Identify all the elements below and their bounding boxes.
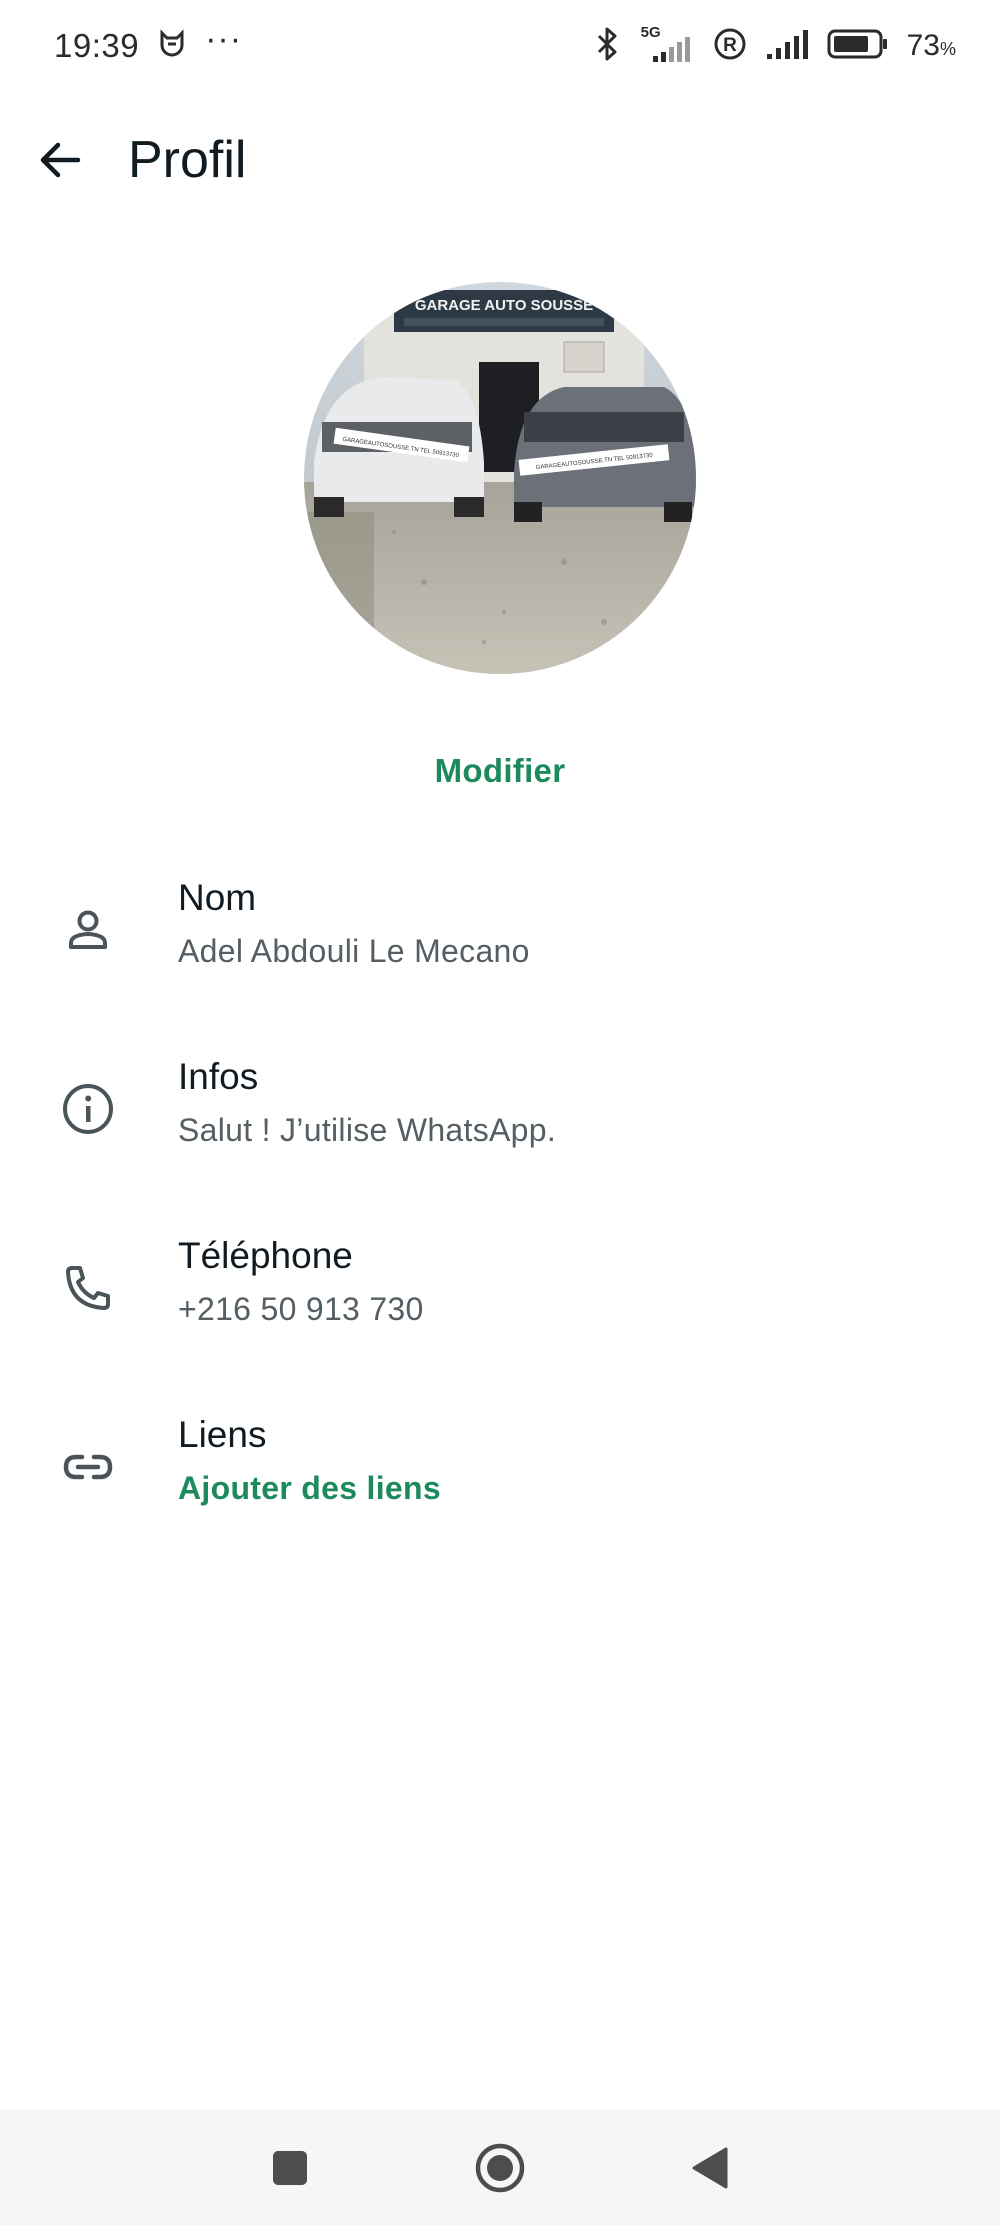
person-icon: [58, 900, 118, 960]
app-bar: Profil: [0, 110, 1000, 210]
edit-photo-link[interactable]: Modifier: [0, 752, 1000, 790]
home-icon: [475, 2143, 525, 2192]
nav-back-button[interactable]: [680, 2138, 740, 2198]
back-icon: [692, 2147, 728, 2188]
phone-icon: [58, 1258, 118, 1318]
links-label: Liens: [178, 1414, 267, 1455]
recents-icon: [273, 2150, 307, 2185]
mi-home-icon: [157, 28, 187, 64]
link-icon: [58, 1437, 118, 1497]
signal-icon: [765, 28, 809, 65]
status-left: 19:39 ···: [54, 22, 242, 65]
phone-value: +216 50 913 730: [178, 1291, 424, 1327]
status-right: 5G R 73%: [595, 24, 956, 67]
bluetooth-icon: [595, 26, 621, 67]
garage-banner-text: GARAGE AUTO SOUSSE: [415, 297, 593, 314]
arrow-left-icon: [40, 142, 81, 178]
status-bar: 19:39 ··· 5G R 73%: [0, 0, 1000, 92]
about-row[interactable]: Infos Salut ! J’utilise WhatsApp.: [0, 1034, 1000, 1184]
phone-label: Téléphone: [178, 1235, 353, 1276]
info-icon: [58, 1079, 118, 1139]
battery-unit: %: [939, 39, 956, 59]
battery-icon: [827, 29, 889, 64]
home-button[interactable]: [470, 2138, 530, 2198]
name-row[interactable]: Nom Adel Abdouli Le Mecano: [0, 855, 1000, 1005]
svg-text:R: R: [723, 35, 737, 56]
about-label: Infos: [178, 1056, 259, 1097]
system-nav-bar: [0, 2110, 1000, 2225]
profile-photo[interactable]: GARAGE AUTO SOUSSE GARAGEAUTOSOUSSE.TN T…: [304, 282, 696, 674]
battery-value: 73: [906, 29, 940, 62]
name-value: Adel Abdouli Le Mecano: [178, 933, 530, 969]
about-value: Salut ! J’utilise WhatsApp.: [178, 1112, 557, 1148]
page-title: Profil: [128, 131, 247, 189]
battery-percent: 73%: [907, 29, 956, 63]
links-row[interactable]: Liens Ajouter des liens: [0, 1392, 1000, 1542]
signal-5g-icon: 5G: [639, 24, 695, 66]
status-time: 19:39: [54, 27, 140, 64]
roaming-icon: R: [713, 27, 747, 66]
recents-button[interactable]: [260, 2138, 320, 2198]
back-button[interactable]: [0, 110, 120, 210]
name-label: Nom: [178, 877, 257, 918]
add-links-link[interactable]: Ajouter des liens: [178, 1470, 441, 1507]
more-notifications-icon: ···: [205, 20, 243, 58]
phone-row[interactable]: Téléphone +216 50 913 730: [0, 1213, 1000, 1363]
